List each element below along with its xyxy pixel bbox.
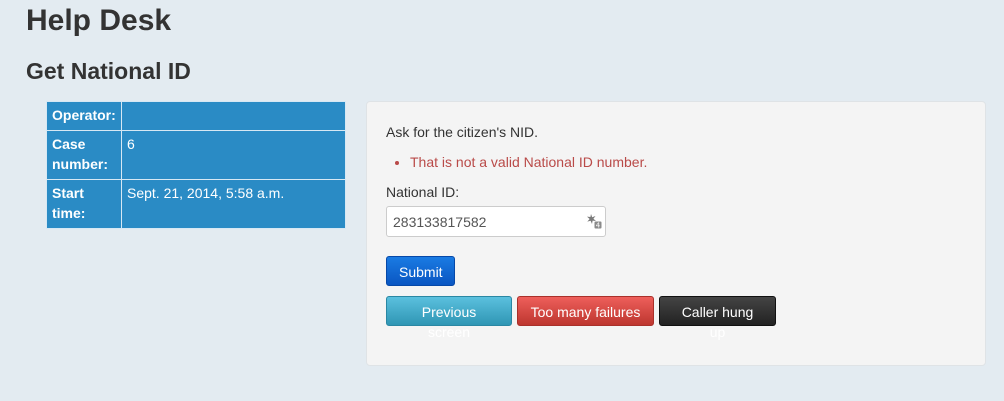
svg-text:4: 4 [596,222,601,230]
case-number-row: Case number: 6 [46,130,346,180]
case-info-table: Operator: Case number: 6 Start time: Sep… [46,101,346,229]
case-number-label: Case number: [46,130,122,180]
national-id-field-wrapper: 4 [386,206,606,237]
instruction-text: Ask for the citizen's NID. [386,124,539,140]
too-many-failures-button[interactable]: Too many failures [517,296,654,326]
national-id-input[interactable] [386,206,606,237]
operator-value [121,101,346,131]
operator-row: Operator: [46,101,346,131]
form-panel: Ask for the citizen's NID. That is not a… [366,101,986,366]
page-subtitle: Get National ID [26,58,191,84]
page-title: Help Desk [26,4,172,37]
operator-label: Operator: [46,101,122,131]
password-manager-key-icon[interactable]: 4 [586,213,602,230]
start-time-label: Start time: [46,179,122,229]
previous-screen-button[interactable]: Previous screen [386,296,512,340]
national-id-label: National ID: [386,184,460,200]
error-message: That is not a valid National ID number. [410,152,647,172]
error-list: That is not a valid National ID number. [386,152,647,172]
case-number-value: 6 [121,130,346,180]
submit-button[interactable]: Submit [386,256,455,286]
caller-hung-up-button[interactable]: Caller hung up [659,296,776,340]
start-time-value: Sept. 21, 2014, 5:58 a.m. [121,179,346,229]
start-time-row: Start time: Sept. 21, 2014, 5:58 a.m. [46,179,346,229]
